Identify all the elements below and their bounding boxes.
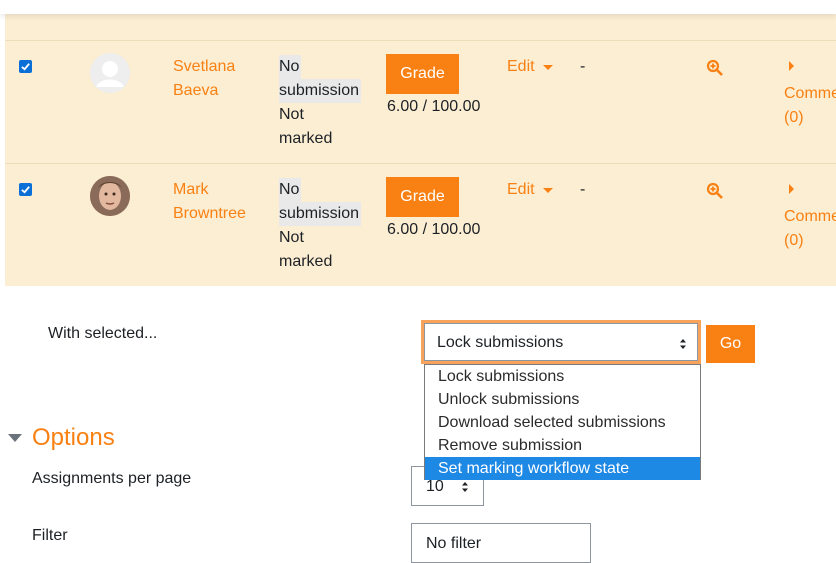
filter-value: No filter (426, 535, 482, 552)
filter-select[interactable]: No filter (411, 523, 591, 563)
check-icon (21, 186, 30, 194)
grade-button[interactable]: Grade (386, 177, 459, 217)
dropdown-option[interactable]: Lock submissions (425, 365, 700, 388)
row-divider (5, 163, 836, 164)
zoom-in-icon[interactable] (706, 59, 724, 77)
dropdown-option[interactable]: Remove submission (425, 434, 700, 457)
row-divider (5, 40, 836, 41)
bulk-action-dropdown: Lock submissions Unlock submissions Down… (424, 364, 701, 480)
grade-value: 6.00 / 100.00 (387, 221, 481, 238)
per-page-label: Assignments per page (32, 470, 192, 487)
last-modified: - (580, 181, 586, 198)
chevron-right-icon (789, 184, 794, 194)
grade-button[interactable]: Grade (386, 54, 459, 94)
comments-toggle[interactable]: Comme (0) (784, 178, 836, 253)
per-page-value: 10 (426, 478, 444, 495)
with-selected-label: With selected... (48, 325, 158, 342)
dropdown-option[interactable]: Unlock submissions (425, 388, 700, 411)
chevron-down-icon (542, 64, 553, 70)
last-modified: - (580, 58, 586, 75)
edit-menu[interactable]: Edit (507, 58, 553, 76)
top-bar (0, 0, 836, 14)
dropdown-option-highlighted[interactable]: Set marking workflow state (425, 457, 700, 480)
select-arrows-icon (462, 482, 468, 492)
row-select-checkbox[interactable] (19, 60, 32, 73)
select-arrows-icon (680, 339, 686, 349)
options-title: Options (32, 424, 115, 451)
submission-status: No submission Not marked (279, 55, 362, 151)
edit-menu[interactable]: Edit (507, 181, 553, 199)
comments-toggle[interactable]: Comme (0) (784, 55, 836, 130)
edit-label: Edit (507, 181, 535, 198)
edit-label: Edit (507, 58, 535, 75)
dropdown-option[interactable]: Download selected submissions (425, 411, 700, 434)
zoom-in-icon[interactable] (706, 182, 724, 200)
submission-status: No submission Not marked (279, 178, 362, 274)
grade-value: 6.00 / 100.00 (387, 98, 481, 115)
user-placeholder-icon (90, 53, 130, 93)
avatar (90, 176, 130, 216)
row-select-checkbox[interactable] (19, 183, 32, 196)
filter-label: Filter (32, 527, 68, 544)
bulk-action-value: Lock submissions (437, 334, 564, 351)
student-name-link[interactable]: Svetlana Baeva (173, 55, 235, 103)
user-photo (90, 176, 130, 216)
avatar (90, 53, 130, 93)
chevron-right-icon (789, 61, 794, 71)
student-name-link[interactable]: Mark Browntree (173, 178, 246, 226)
check-icon (21, 63, 30, 71)
collapse-icon (8, 434, 22, 442)
bulk-action-select[interactable]: Lock submissions (424, 323, 698, 361)
chevron-down-icon (542, 187, 553, 193)
go-button[interactable]: Go (706, 325, 755, 363)
options-section-toggle[interactable]: Options (8, 424, 115, 452)
